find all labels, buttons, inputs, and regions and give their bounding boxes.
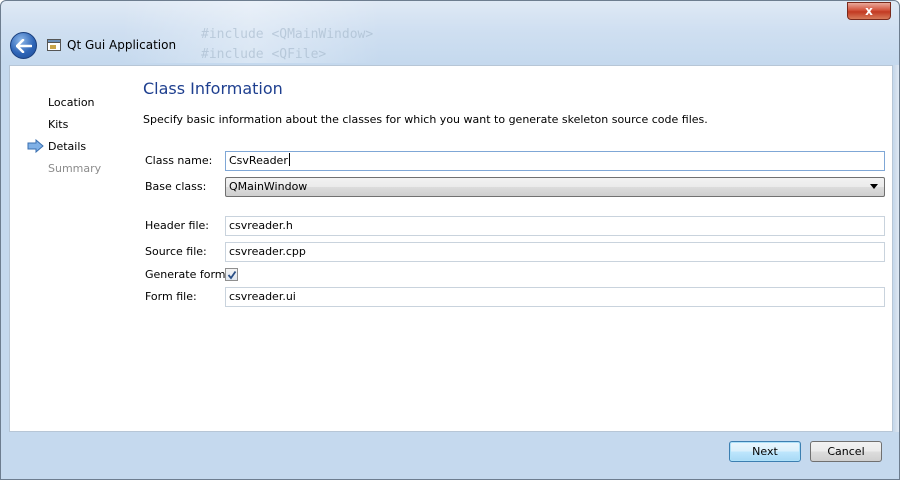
right-edge <box>894 65 899 432</box>
app-window-icon <box>47 39 61 51</box>
base-class-label: Base class: <box>145 180 207 193</box>
background-code: #include <QMainWindow> #include <QFile> <box>201 25 373 65</box>
nav-step-location: Location <box>48 96 95 109</box>
header-file-input[interactable]: csvreader.h <box>225 216 885 236</box>
base-class-select[interactable]: QMainWindow <box>225 177 885 197</box>
class-name-label: Class name: <box>145 154 213 167</box>
class-name-input[interactable]: CsvReader <box>225 151 885 171</box>
form-file-input[interactable]: csvreader.ui <box>225 287 885 307</box>
generate-form-checkbox[interactable] <box>225 268 238 281</box>
next-button[interactable]: Next <box>729 441 801 462</box>
nav-step-kits: Kits <box>48 118 69 131</box>
page-description: Specify basic information about the clas… <box>143 113 708 126</box>
background-code-line-2: #include <QFile> <box>201 47 327 62</box>
background-code-line-1: #include <QMainWindow> <box>201 27 374 42</box>
page-title: Class Information <box>143 79 283 98</box>
class-name-value: CsvReader <box>229 154 288 167</box>
base-class-value: QMainWindow <box>229 180 308 193</box>
checkmark-icon <box>227 270 236 279</box>
generate-form-label: Generate form: <box>145 268 230 281</box>
close-icon: x <box>865 4 873 18</box>
source-file-input[interactable]: csvreader.cpp <box>225 242 885 262</box>
form-file-label: Form file: <box>145 290 197 303</box>
chevron-down-icon <box>870 184 878 189</box>
wizard-steps-nav: Location Kits Details Summary <box>10 66 130 431</box>
source-file-label: Source file: <box>145 245 207 258</box>
header-file-label: Header file: <box>145 219 210 232</box>
window-title: Qt Gui Application <box>67 38 177 52</box>
wizard-window: #include <QMainWindow> #include <QFile> … <box>0 0 900 480</box>
nav-step-details: Details <box>48 140 87 153</box>
back-button[interactable] <box>10 32 37 59</box>
current-step-arrow-icon <box>27 139 44 153</box>
cancel-button[interactable]: Cancel <box>810 441 882 462</box>
close-button[interactable]: x <box>847 2 891 20</box>
text-caret <box>288 153 290 166</box>
wizard-footer: Next Cancel <box>1 432 899 479</box>
arrow-left-icon <box>15 38 32 53</box>
wizard-content-panel: Location Kits Details Summary Class Info… <box>9 65 893 432</box>
nav-step-summary: Summary <box>48 162 102 175</box>
